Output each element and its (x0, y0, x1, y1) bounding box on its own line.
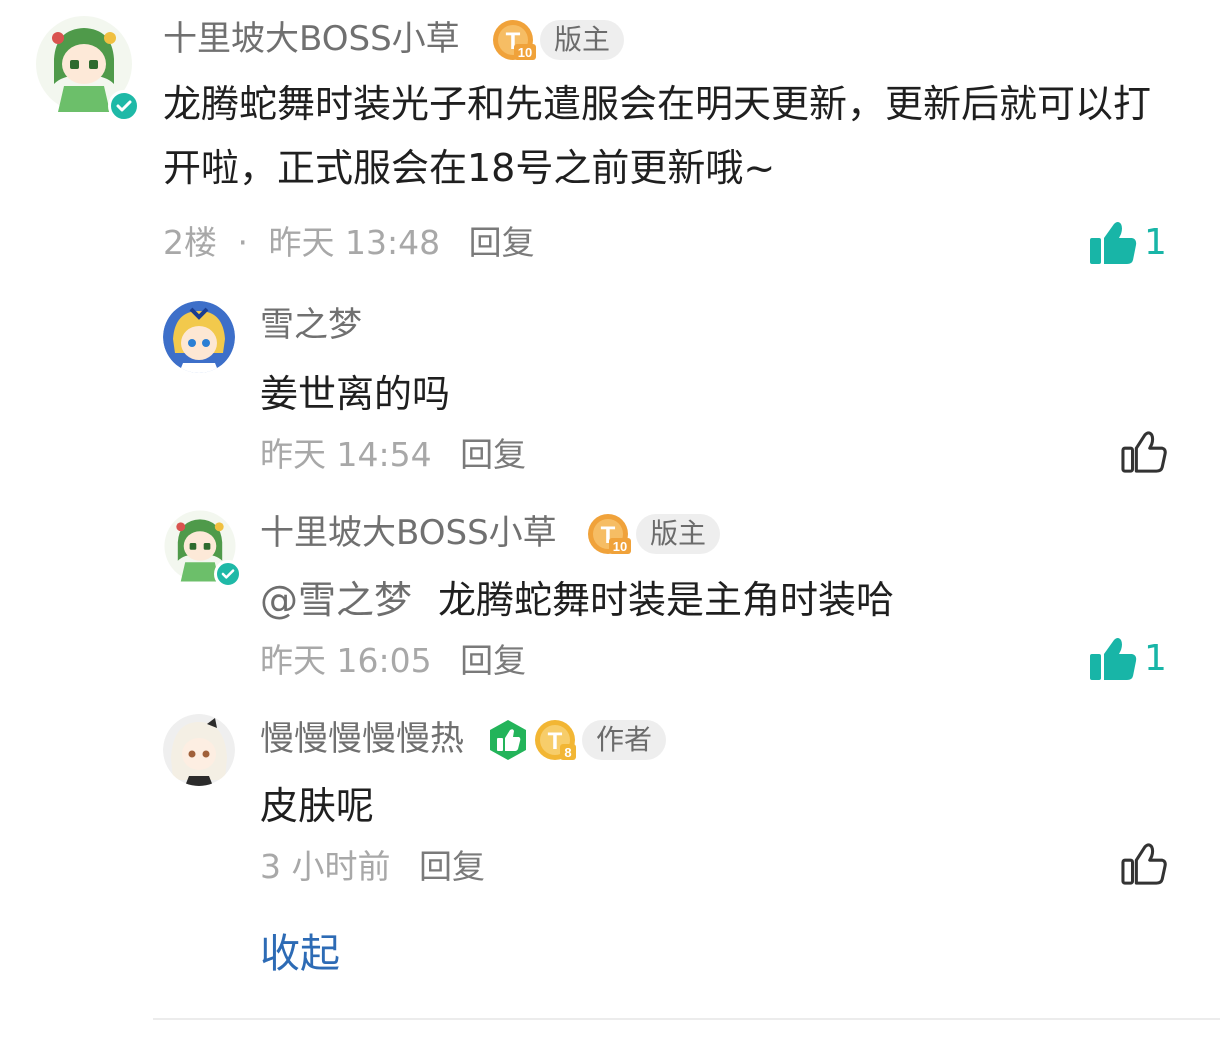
verified-icon (108, 90, 140, 122)
like-medal-icon (486, 718, 530, 766)
role-badge-moderator: 版主 (540, 20, 625, 60)
reply-button[interactable]: 回复 (460, 435, 526, 474)
like-count: 1 (1144, 638, 1167, 679)
reply-author[interactable]: 十里坡大BOSS小草 (260, 516, 557, 550)
like-count: 1 (1144, 222, 1167, 263)
avatar-image-white-hair-chibi (163, 714, 235, 786)
mention-link[interactable]: @雪之梦 (260, 578, 412, 622)
reply-avatar[interactable] (163, 301, 235, 373)
reply-meta: 3 小时前 回复 (260, 850, 485, 883)
meta-separator: · (237, 223, 249, 262)
level-badge-icon: T 8 (534, 718, 578, 766)
level-badge-number: 10 (518, 45, 532, 60)
reply-meta: 昨天 16:05 回复 (260, 644, 526, 677)
main-comment-meta: 2楼 · 昨天 13:48 回复 (163, 226, 535, 259)
reply-time: 昨天 16:05 (260, 641, 432, 680)
thumbs-up-outline-icon (1121, 843, 1167, 885)
reply-content: 皮肤呢 (260, 784, 375, 828)
reply-button[interactable]: 回复 (469, 223, 535, 262)
thumbs-up-filled-icon (1090, 638, 1137, 680)
level-badge-number: 8 (564, 745, 571, 760)
verified-icon (214, 560, 242, 588)
like-button[interactable]: 1 (1088, 636, 1167, 682)
reply-button[interactable]: 回复 (419, 847, 485, 886)
reply-author[interactable]: 慢慢慢慢慢热 (260, 722, 464, 756)
reply-time: 3 小时前 (260, 847, 391, 886)
reply-time: 昨天 14:54 (260, 435, 432, 474)
level-badge-icon: T 10 (587, 512, 631, 560)
reply-author[interactable]: 雪之梦 (260, 308, 362, 342)
collapse-replies-link[interactable]: 收起 (260, 934, 340, 974)
reply-meta: 昨天 14:54 回复 (260, 438, 526, 471)
reply-button[interactable]: 回复 (460, 641, 526, 680)
avatar-image-blonde-chibi (163, 301, 235, 373)
like-button[interactable]: 1 (1088, 220, 1167, 266)
thumbs-up-outline-icon (1121, 431, 1167, 473)
reply-avatar[interactable] (163, 714, 235, 786)
divider (153, 1018, 1220, 1020)
floor-number: 2楼 (163, 223, 217, 262)
reply-text: 龙腾蛇舞时装是主角时装哈 (438, 578, 895, 622)
comment-time: 昨天 13:48 (268, 223, 441, 262)
like-button[interactable] (1120, 430, 1168, 478)
reply-content: @雪之梦 龙腾蛇舞时装是主角时装哈 (260, 568, 894, 632)
level-badge-icon: T 10 (492, 18, 536, 66)
reply-content: 姜世离的吗 (260, 372, 451, 416)
role-badge-author: 作者 (582, 720, 667, 760)
main-comment-author[interactable]: 十里坡大BOSS小草 (163, 22, 460, 56)
level-badge-number: 10 (613, 539, 627, 554)
thumbs-up-filled-icon (1090, 222, 1137, 264)
role-badge-moderator: 版主 (636, 514, 721, 554)
main-comment-content: 龙腾蛇舞时装光子和先遣服会在明天更新，更新后就可以打开啦，正式服会在18号之前更… (163, 82, 1152, 190)
like-button[interactable] (1120, 842, 1168, 890)
